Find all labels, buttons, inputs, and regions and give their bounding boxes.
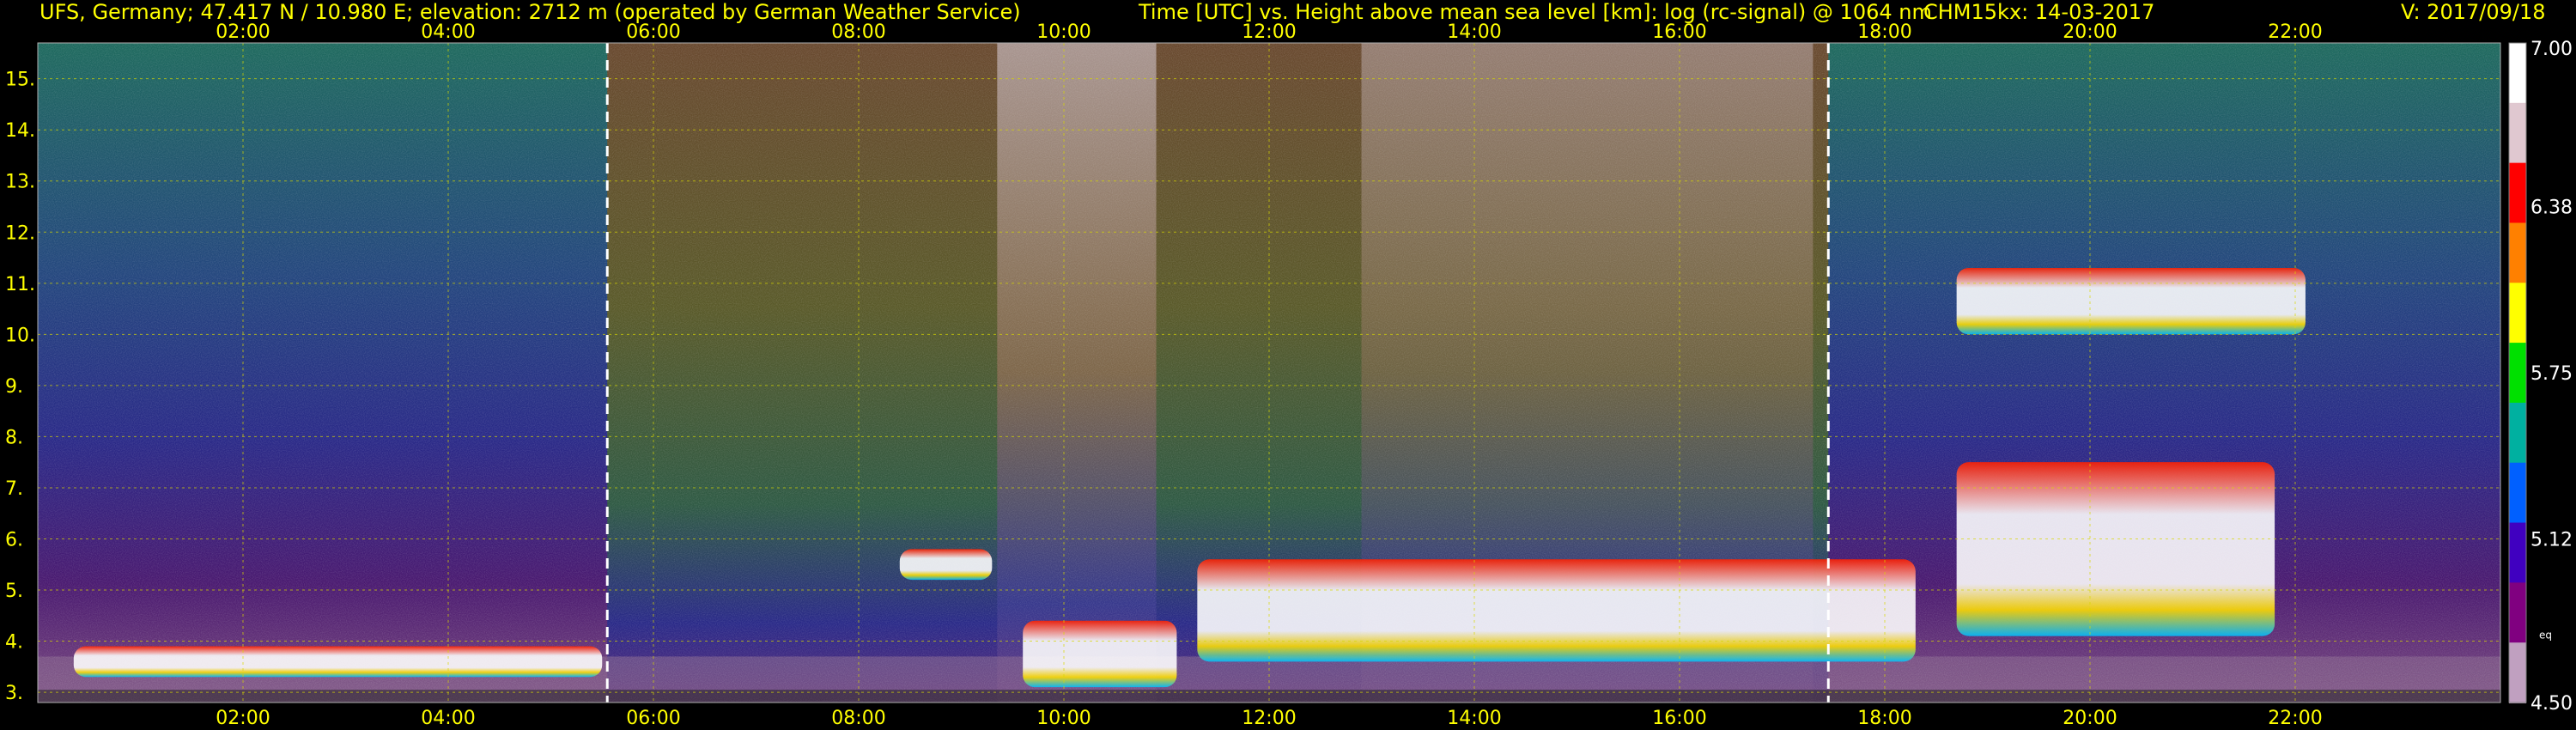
x-tick-label: 06:00 [626, 708, 680, 729]
colorbar-swatch [2509, 402, 2526, 464]
x-tick-label: 16:00 [1652, 708, 1706, 729]
x-tick-label: 08:00 [831, 21, 885, 43]
x-tick-label: 08:00 [831, 708, 885, 729]
y-tick-label: 11. [5, 274, 35, 295]
colorbar-swatch [2509, 343, 2526, 404]
x-tick-label: 12:00 [1242, 21, 1296, 43]
x-tick-labels-bottom: 02:00 04:00 06:00 08:00 10:00 12:00 14:00 16:00… [216, 708, 2322, 729]
x-tick-label: 02:00 [216, 21, 270, 43]
cloud-layer [73, 646, 603, 678]
x-tick-label: 04:00 [421, 21, 475, 43]
x-tick-label: 14:00 [1447, 21, 1501, 43]
x-tick-label: 06:00 [626, 21, 680, 43]
y-tick-label: 4. [5, 632, 23, 654]
y-tick-label: 6. [5, 529, 23, 551]
y-tick-label: 13. [5, 172, 35, 193]
y-tick-label: 8. [5, 427, 23, 448]
cloud-layer [1023, 620, 1177, 688]
colorbar-tick-label: 5.12 [2530, 530, 2573, 551]
y-tick-label: 9. [5, 376, 23, 398]
colorbar-swatch [2509, 462, 2526, 524]
x-tick-label: 02:00 [216, 708, 270, 729]
x-tick-label: 14:00 [1447, 708, 1501, 729]
x-tick-label: 10:00 [1036, 708, 1091, 729]
colorbar-unit-label: eq [2539, 630, 2552, 642]
cloud-layer [899, 549, 993, 581]
colorbar-tick-label: 4.50 [2530, 693, 2573, 715]
cloud-layer [1956, 267, 2306, 335]
colorbar-swatch [2509, 102, 2526, 164]
x-tick-label: 18:00 [1857, 21, 1911, 43]
x-tick-label: 12:00 [1242, 708, 1296, 729]
colorbar-swatch [2509, 582, 2526, 644]
cloud-layer [1197, 559, 1916, 662]
x-tick-label: 22:00 [2268, 708, 2322, 729]
x-tick-label: 18:00 [1857, 708, 1911, 729]
y-tick-label: 12. [5, 222, 35, 244]
colorbar-swatch [2509, 522, 2526, 584]
y-tick-labels: 3. 4. 5. 6. 7. 8. 9. 10. 11. 12. 13. 14. 15. [5, 70, 35, 704]
y-tick-label: 15. [5, 70, 35, 91]
x-tick-label: 10:00 [1036, 21, 1091, 43]
colorbar-tick-label: 5.75 [2530, 363, 2573, 385]
y-tick-label: 7. [5, 478, 23, 500]
colorbar: 4.50 5.12 5.75 6.38 7.00 eq [2508, 39, 2573, 715]
colorbar-swatch [2509, 642, 2526, 703]
colorbar-swatch [2509, 43, 2526, 104]
x-tick-label: 22:00 [2268, 21, 2322, 43]
x-tick-labels-top: 02:00 04:00 06:00 08:00 10:00 12:00 14:00 16:00… [216, 21, 2322, 43]
x-tick-label: 20:00 [2063, 21, 2117, 43]
cloud-layer [1956, 462, 2275, 636]
colorbar-tick-label: 7.00 [2530, 39, 2573, 60]
y-tick-label: 3. [5, 683, 23, 704]
colorbar-swatch [2509, 283, 2526, 344]
ceilometer-plot: 02:00 04:00 06:00 08:00 10:00 12:00 14:00 16:00… [5, 21, 2573, 729]
y-tick-label: 5. [5, 581, 23, 602]
x-tick-label: 16:00 [1652, 21, 1706, 43]
y-tick-label: 14. [5, 120, 35, 142]
colorbar-swatch [2509, 222, 2526, 284]
x-tick-label: 04:00 [421, 708, 475, 729]
colorbar-tick-label: 6.38 [2530, 197, 2573, 218]
colorbar-swatch [2509, 162, 2526, 224]
x-tick-label: 20:00 [2063, 708, 2117, 729]
y-tick-label: 10. [5, 325, 35, 346]
